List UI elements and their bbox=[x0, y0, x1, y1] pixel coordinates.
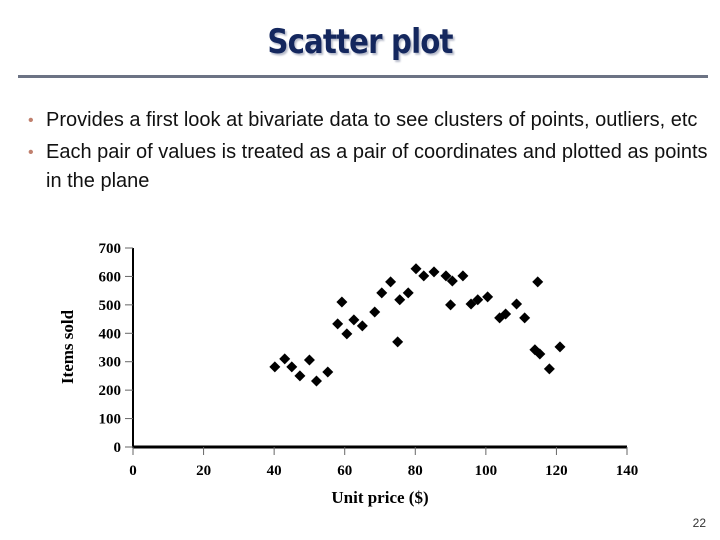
data-point bbox=[294, 370, 306, 382]
x-axis-label: Unit price ($) bbox=[331, 488, 428, 507]
x-tick-label: 60 bbox=[337, 463, 352, 479]
data-point bbox=[303, 354, 315, 366]
data-point bbox=[554, 341, 566, 353]
data-point bbox=[385, 276, 397, 288]
x-tick-label: 20 bbox=[196, 463, 211, 479]
data-point bbox=[341, 328, 353, 340]
data-point bbox=[369, 306, 381, 318]
data-point bbox=[332, 318, 344, 330]
x-tick-label: 140 bbox=[616, 463, 639, 479]
data-point bbox=[356, 320, 368, 332]
x-tick-label: 120 bbox=[545, 463, 568, 479]
data-point bbox=[322, 366, 334, 378]
y-tick-label: 600 bbox=[99, 269, 122, 285]
bullet-text: Provides a first look at bivariate data … bbox=[46, 109, 698, 131]
data-point bbox=[376, 287, 388, 299]
axes bbox=[132, 248, 627, 449]
bullet-icon: • bbox=[28, 144, 34, 161]
bullet-item: • Each pair of values is treated as a pai… bbox=[26, 138, 716, 196]
data-point bbox=[286, 361, 298, 373]
y-axis-label: Items sold bbox=[58, 309, 77, 384]
bullet-item: • Provides a first look at bivariate data… bbox=[26, 106, 716, 135]
y-tick-label: 100 bbox=[99, 412, 122, 428]
y-tick-label: 0 bbox=[114, 440, 122, 456]
x-tick-label: 40 bbox=[267, 463, 282, 479]
data-point bbox=[336, 296, 348, 308]
y-tick-label: 300 bbox=[99, 355, 122, 371]
data-point bbox=[511, 298, 523, 310]
data-point bbox=[457, 270, 469, 282]
data-point bbox=[279, 353, 291, 365]
scatter-chart: 0 20 40 60 80 100 120 140 0 100 200 300 400 500 600 70… bbox=[58, 241, 638, 507]
data-point bbox=[519, 312, 531, 324]
page-number: 22 bbox=[692, 516, 706, 530]
data-point bbox=[269, 361, 281, 373]
data-point bbox=[310, 375, 322, 387]
data-point bbox=[394, 294, 406, 306]
x-tick-label: 80 bbox=[408, 463, 423, 479]
bullet-text: Each pair of values is treated as a pair… bbox=[46, 141, 708, 192]
data-point bbox=[402, 287, 414, 299]
data-point bbox=[418, 270, 430, 282]
x-ticks: 0 20 40 60 80 100 120 140 bbox=[129, 447, 638, 479]
y-tick-label: 400 bbox=[99, 326, 122, 342]
data-point bbox=[428, 266, 440, 278]
data-point bbox=[410, 263, 422, 275]
x-tick-label: 0 bbox=[129, 463, 137, 479]
data-point bbox=[392, 336, 404, 348]
slide-title: Scatter plot bbox=[267, 22, 453, 62]
title-divider bbox=[18, 75, 708, 78]
data-points bbox=[269, 263, 566, 387]
data-point bbox=[348, 314, 360, 326]
data-point bbox=[532, 276, 544, 288]
y-tick-label: 700 bbox=[99, 241, 122, 257]
y-tick-label: 500 bbox=[99, 298, 122, 314]
y-tick-label: 200 bbox=[99, 383, 122, 399]
x-tick-label: 100 bbox=[475, 463, 498, 479]
bullet-list: • Provides a first look at bivariate data… bbox=[26, 106, 716, 199]
data-point bbox=[482, 291, 494, 303]
data-point bbox=[543, 363, 555, 375]
y-ticks: 0 100 200 300 400 500 600 700 bbox=[99, 241, 133, 456]
data-point bbox=[445, 299, 457, 311]
bullet-icon: • bbox=[28, 112, 34, 129]
